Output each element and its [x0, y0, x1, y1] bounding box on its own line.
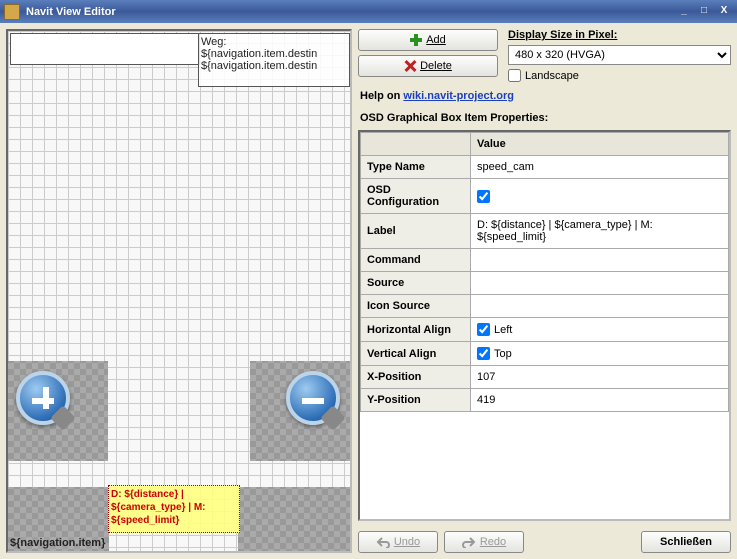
table-row: Y-Position 419	[361, 389, 729, 412]
display-size-select[interactable]: 480 x 320 (HVGA)	[508, 45, 731, 65]
canvas-gray-block-br[interactable]	[238, 487, 350, 551]
value-icon-source[interactable]	[471, 295, 729, 318]
selected-osd-item[interactable]: D: ${distance} | ${camera_type} | M: ${s…	[108, 485, 240, 533]
value-source[interactable]	[471, 272, 729, 295]
close-window-button[interactable]: X	[715, 4, 733, 20]
properties-table: Value Type Name speed_cam OSD Configurat…	[360, 132, 729, 412]
canvas-weg-overlay[interactable]: Weg: ${navigation.item.destin ${navigati…	[198, 33, 350, 87]
halign-checkbox[interactable]	[477, 323, 490, 336]
table-row: Vertical Align Top	[361, 342, 729, 366]
prop-col-value: Value	[471, 133, 729, 156]
properties-heading: OSD Graphical Box Item Properties:	[358, 108, 731, 126]
close-button[interactable]: Schließen	[641, 531, 731, 553]
titlebar: Navit View Editor _ □ X	[0, 0, 737, 23]
table-row: Icon Source	[361, 295, 729, 318]
redo-icon	[462, 536, 476, 548]
help-line: Help on wiki.navit-project.org	[358, 86, 731, 104]
canvas-top-left-box[interactable]	[10, 33, 200, 65]
value-x-position[interactable]: 107	[471, 366, 729, 389]
add-button[interactable]: Add	[358, 29, 498, 51]
minimize-button[interactable]: _	[675, 4, 693, 20]
zoom-out-button[interactable]	[286, 371, 340, 425]
table-row: Label D: ${distance} | ${camera_type} | …	[361, 214, 729, 249]
value-label[interactable]: D: ${distance} | ${camera_type} | M: ${s…	[471, 214, 729, 249]
value-command[interactable]	[471, 249, 729, 272]
value-y-position[interactable]: 419	[471, 389, 729, 412]
display-size-label: Display Size in Pixel:	[508, 29, 731, 41]
help-link[interactable]: wiki.navit-project.org	[403, 90, 514, 102]
zoom-in-button[interactable]	[16, 371, 70, 425]
properties-table-wrap[interactable]: Value Type Name speed_cam OSD Configurat…	[358, 130, 731, 521]
valign-checkbox[interactable]	[477, 347, 490, 360]
undo-button[interactable]: Undo	[358, 531, 438, 553]
canvas-editor[interactable]: Weg: ${navigation.item.destin ${navigati…	[6, 29, 352, 553]
table-row: Type Name speed_cam	[361, 156, 729, 179]
plus-icon	[410, 34, 422, 46]
canvas-nav-label[interactable]: ${navigation.item}	[10, 537, 105, 549]
table-row: OSD Configuration	[361, 179, 729, 214]
table-row: Command	[361, 249, 729, 272]
prop-col-blank	[361, 133, 471, 156]
landscape-checkbox[interactable]	[508, 69, 521, 82]
app-icon	[4, 4, 20, 20]
x-icon	[404, 60, 416, 72]
landscape-label: Landscape	[525, 70, 579, 82]
grid-background	[8, 31, 350, 551]
redo-button[interactable]: Redo	[444, 531, 524, 553]
undo-icon	[376, 536, 390, 548]
table-row: Horizontal Align Left	[361, 318, 729, 342]
table-row: X-Position 107	[361, 366, 729, 389]
table-row: Source	[361, 272, 729, 295]
value-type-name[interactable]: speed_cam	[471, 156, 729, 179]
maximize-button[interactable]: □	[695, 4, 713, 20]
delete-button[interactable]: Delete	[358, 55, 498, 77]
osd-config-checkbox[interactable]	[477, 190, 490, 203]
window-title: Navit View Editor	[26, 6, 673, 18]
